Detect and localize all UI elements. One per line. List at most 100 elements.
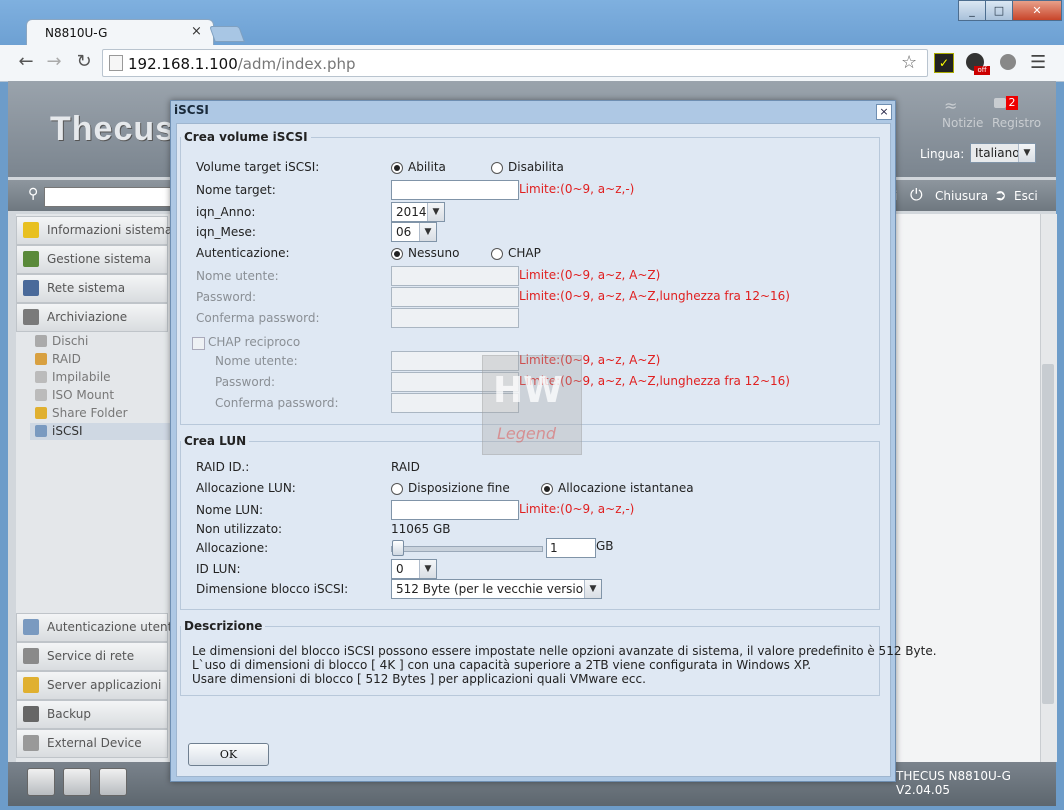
users-icon bbox=[23, 619, 39, 635]
disk-status-icon[interactable] bbox=[63, 768, 91, 796]
iqn-year-label: iqn_Anno: bbox=[196, 205, 256, 219]
sidebar-item-app-server[interactable]: Server applicazioni bbox=[16, 671, 168, 700]
stack-icon bbox=[35, 371, 47, 383]
log-link[interactable]: Registro bbox=[992, 116, 1041, 130]
sidebar-selected-highlight bbox=[30, 423, 170, 440]
username-input[interactable] bbox=[391, 266, 519, 286]
target-name-label: Nome target: bbox=[196, 183, 276, 197]
extension-shield-icon[interactable] bbox=[1000, 54, 1016, 70]
service-icon bbox=[23, 648, 39, 664]
sidebar-item-network-service[interactable]: Service di rete bbox=[16, 642, 168, 671]
allocation-unit: GB bbox=[596, 539, 614, 553]
description-legend: Descrizione bbox=[184, 619, 263, 633]
sidebar-item-user-auth[interactable]: Autenticazione utente bbox=[16, 613, 180, 642]
allocation-label: Allocazione: bbox=[196, 541, 269, 555]
mutual-confirm-label: Conferma password: bbox=[215, 396, 339, 410]
sidebar-sub-iscsi[interactable]: iSCSI bbox=[52, 424, 83, 438]
scrollbar-thumb[interactable] bbox=[1042, 364, 1054, 704]
description-line: L`uso di dimensioni di blocco [ 4K ] con… bbox=[192, 658, 812, 672]
auth-chap-label: CHAP bbox=[508, 246, 541, 260]
mutual-username-label: Nome utente: bbox=[215, 354, 298, 368]
logout-link[interactable]: Esci bbox=[1014, 189, 1038, 203]
auth-chap-radio[interactable] bbox=[491, 248, 503, 260]
username-limit: Limite:(0~9, a~z, A~Z) bbox=[519, 268, 661, 282]
disable-radio[interactable] bbox=[491, 162, 503, 174]
new-tab-button[interactable] bbox=[209, 26, 245, 42]
info-icon bbox=[23, 222, 39, 238]
sidebar-item-storage[interactable]: Archiviazione bbox=[16, 303, 168, 332]
sidebar-item-system-info[interactable]: Informazioni sistema bbox=[16, 216, 172, 245]
raid-id-value: RAID bbox=[391, 460, 420, 474]
notifications-link[interactable]: Notizie bbox=[942, 116, 983, 130]
sidebar-item-external-device[interactable]: External Device bbox=[16, 729, 168, 758]
confirm-password-input[interactable] bbox=[391, 308, 519, 328]
block-size-select[interactable]: 512 Byte (per le vecchie versioni) ▼ bbox=[391, 579, 602, 599]
sidebar-item-system-network[interactable]: Rete sistema bbox=[16, 274, 168, 303]
chevron-down-icon: ▼ bbox=[419, 223, 436, 241]
lun-name-input[interactable] bbox=[391, 500, 519, 520]
auth-none-label: Nessuno bbox=[408, 246, 460, 260]
sidebar-sub-iso-mount[interactable]: ISO Mount bbox=[52, 388, 114, 402]
raid-id-label: RAID ID.: bbox=[196, 460, 250, 474]
password-input[interactable] bbox=[391, 287, 519, 307]
chevron-down-icon: ▼ bbox=[584, 580, 601, 598]
address-bar[interactable]: 192.168.1.100/adm/index.php ☆ bbox=[102, 49, 928, 77]
allocation-slider-handle[interactable] bbox=[392, 540, 404, 556]
menu-icon[interactable]: ☰ bbox=[1030, 52, 1046, 73]
server-icon[interactable] bbox=[27, 768, 55, 796]
log-badge: 2 bbox=[1006, 96, 1018, 110]
star-icon[interactable]: ☆ bbox=[901, 52, 917, 73]
search-icon: ⚲ bbox=[28, 186, 39, 202]
mutual-chap-checkbox[interactable] bbox=[192, 337, 205, 350]
external-device-icon bbox=[23, 735, 39, 751]
iqn-year-select[interactable]: 2014 ▼ bbox=[391, 202, 445, 222]
tab-close-icon[interactable]: × bbox=[191, 24, 202, 39]
network-icon bbox=[23, 280, 39, 296]
storage-icon bbox=[23, 309, 39, 325]
target-name-input[interactable] bbox=[391, 180, 519, 200]
mutual-chap-label: CHAP reciproco bbox=[208, 335, 301, 349]
shutdown-link[interactable]: Chiusura bbox=[935, 189, 988, 203]
lun-id-label: ID LUN: bbox=[196, 562, 241, 576]
allocation-input[interactable]: 1 bbox=[546, 538, 596, 558]
iqn-month-label: iqn_Mese: bbox=[196, 225, 256, 239]
auth-none-radio[interactable] bbox=[391, 248, 403, 260]
sidebar-sub-raid[interactable]: RAID bbox=[52, 352, 81, 366]
maximize-button[interactable]: □ bbox=[985, 0, 1013, 21]
lun-id-select[interactable]: 0 ▼ bbox=[391, 559, 437, 579]
block-size-label: Dimensione blocco iSCSI: bbox=[196, 582, 349, 596]
network-status-icon[interactable] bbox=[99, 768, 127, 796]
thin-provisioning-radio[interactable] bbox=[391, 483, 403, 495]
lun-name-limit: Limite:(0~9, a~z,-) bbox=[519, 502, 635, 516]
close-window-button[interactable]: ✕ bbox=[1012, 0, 1062, 21]
search-input[interactable] bbox=[44, 187, 172, 207]
language-select[interactable]: Italiano ▼ bbox=[970, 143, 1036, 163]
sidebar-item-system-management[interactable]: Gestione sistema bbox=[16, 245, 168, 274]
auth-label: Autenticazione: bbox=[196, 246, 290, 260]
sidebar-sub-disks[interactable]: Dischi bbox=[52, 334, 88, 348]
firmware-version: THECUS N8810U-G V2.04.05 bbox=[896, 769, 1011, 797]
ok-button[interactable]: OK bbox=[188, 743, 269, 766]
sidebar-sub-stackable[interactable]: Impilabile bbox=[52, 370, 111, 384]
password-limit: Limite:(0~9, a~z, A~Z,lunghezza fra 12~1… bbox=[519, 289, 790, 303]
instant-allocation-radio[interactable] bbox=[541, 483, 553, 495]
allocation-slider[interactable] bbox=[391, 546, 543, 552]
close-icon[interactable]: × bbox=[876, 104, 892, 120]
create-volume-legend: Crea volume iSCSI bbox=[184, 130, 308, 144]
browser-tab[interactable]: N8810U-G × bbox=[26, 19, 214, 46]
minimize-button[interactable]: _ bbox=[958, 0, 986, 21]
reload-icon[interactable]: ↻ bbox=[72, 51, 96, 72]
forward-icon[interactable]: → bbox=[42, 51, 66, 72]
sidebar-sub-share-folder[interactable]: Share Folder bbox=[52, 406, 128, 420]
enable-radio[interactable] bbox=[391, 162, 403, 174]
extension-icon[interactable]: ✓ bbox=[934, 53, 954, 73]
password-label: Password: bbox=[196, 290, 257, 304]
back-icon[interactable]: ← bbox=[14, 51, 38, 72]
mutual-password-label: Password: bbox=[215, 375, 276, 389]
logout-icon: ➲ bbox=[994, 186, 1007, 204]
disk-icon bbox=[35, 335, 47, 347]
iqn-month-select[interactable]: 06 ▼ bbox=[391, 222, 437, 242]
folder-icon bbox=[35, 407, 47, 419]
tab-title: N8810U-G bbox=[45, 26, 108, 40]
sidebar-item-backup[interactable]: Backup bbox=[16, 700, 168, 729]
